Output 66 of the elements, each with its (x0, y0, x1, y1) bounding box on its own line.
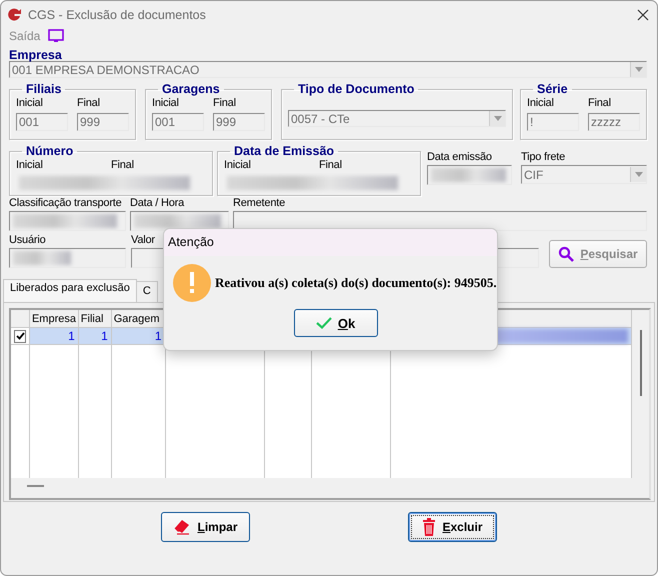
field-label: Inicial (224, 158, 251, 173)
field-label: Final (111, 158, 134, 173)
menu-item[interactable]: Saída (9, 29, 40, 43)
table-cell: 1 (101, 329, 108, 343)
search-button[interactable]: Pesquisar (549, 240, 647, 268)
dialog-message: Reativou a(s) coleta(s) do(s) documento(s): 949505. (215, 275, 497, 291)
window-title: CGS - Exclusão de documentos (28, 8, 207, 22)
trash-icon (422, 518, 436, 536)
table-cell: 1 (68, 329, 75, 343)
input-field[interactable] (9, 248, 126, 268)
field-label: Classificação transporte (9, 196, 122, 211)
input-field[interactable]: 001 (152, 113, 204, 131)
field-label: Final (588, 96, 611, 111)
tab[interactable]: Liberados para exclusão (3, 279, 137, 302)
tab[interactable]: C (136, 281, 158, 302)
warning-icon (173, 264, 211, 302)
input-field[interactable]: 999 (77, 113, 129, 131)
field-label: Inicial (527, 96, 554, 111)
input-field[interactable]: 001 (16, 113, 68, 131)
input-field[interactable] (233, 211, 647, 231)
column-header[interactable]: Filial (78, 310, 112, 328)
field-label: Inicial (152, 96, 179, 111)
field-label: Tipo frete (521, 150, 566, 165)
group-title: Data de Emissão (233, 144, 336, 158)
input-field[interactable]: 999 (213, 113, 265, 131)
input-field[interactable] (427, 165, 512, 185)
freight-type-dropdown[interactable]: CIF (521, 165, 647, 184)
logo-icon (6, 7, 22, 23)
clear-button[interactable]: Limpar (161, 512, 250, 542)
field-label: Empresa (9, 48, 63, 61)
caret-icon (634, 172, 642, 177)
checkmark-icon (316, 317, 332, 329)
field-label: Remetente (233, 196, 286, 211)
column-header[interactable]: Garagem (112, 310, 166, 328)
monitor-icon[interactable] (48, 29, 64, 43)
field-label: Valor (131, 233, 155, 248)
input-field[interactable] (130, 211, 229, 231)
caret-icon (494, 116, 502, 121)
field-label: Inicial (16, 158, 43, 173)
field-label: Final (319, 158, 342, 173)
company-dropdown[interactable]: 001 EMPRESA DEMONSTRACAO (9, 61, 647, 78)
group-title: Filiais (25, 82, 62, 96)
dialog-title: Atenção (164, 229, 497, 256)
group-title: Série (536, 82, 569, 96)
delete-button[interactable]: Excluir (408, 512, 497, 542)
input-field[interactable] (9, 211, 126, 231)
field-label: Inicial (16, 96, 43, 111)
group-title: Garagens (161, 82, 221, 96)
document-type-dropdown[interactable]: 0057 - CTe (288, 110, 506, 127)
checkbox[interactable] (14, 330, 26, 342)
field-label: Final (213, 96, 236, 111)
field-label: Final (77, 96, 100, 111)
input-field[interactable]: zzzzz (588, 113, 640, 131)
eraser-icon (173, 519, 192, 535)
table-cell: 1 (154, 329, 162, 343)
ok-button[interactable]: Ok (294, 309, 378, 337)
search-icon (558, 246, 574, 262)
group-title: Tipo de Documento (297, 82, 416, 96)
group-title: Número (25, 144, 74, 158)
close-icon[interactable] (637, 9, 649, 21)
input-field[interactable]: ! (527, 113, 579, 131)
caret-icon (634, 67, 642, 72)
field-label: Data emissão (427, 150, 492, 165)
field-label: Usuário (9, 233, 46, 248)
field-label: Data / Hora (130, 196, 184, 211)
column-header[interactable]: Empresa (30, 310, 79, 328)
